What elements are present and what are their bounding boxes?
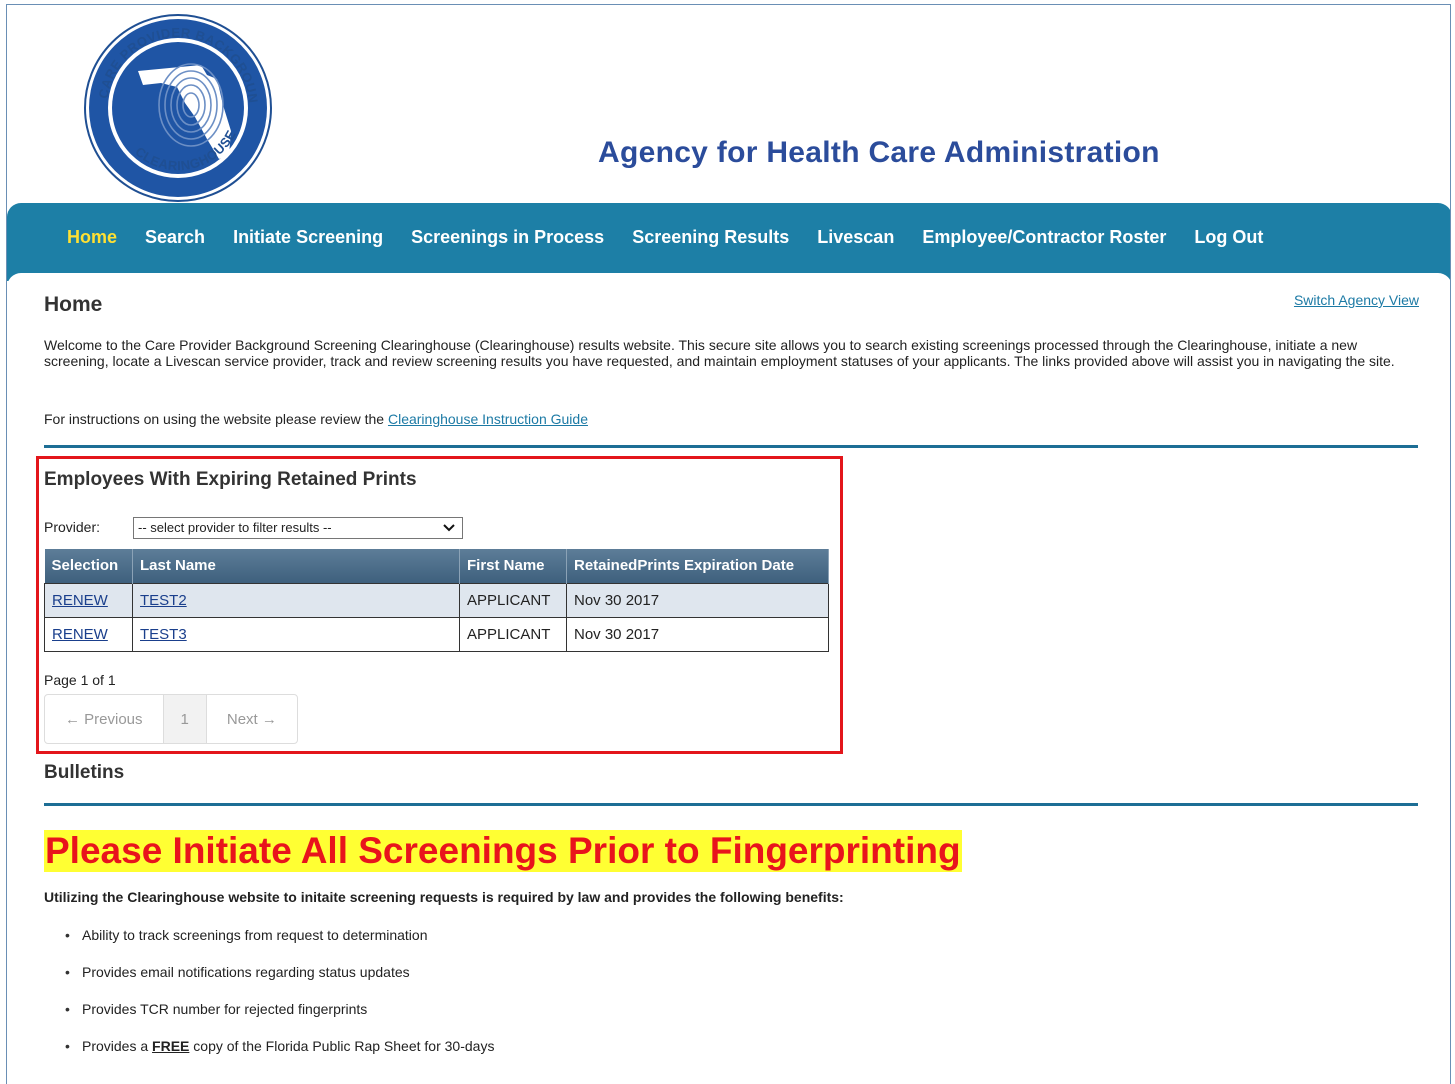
benefits-list: Ability to track screenings from request… (57, 927, 494, 1075)
agency-title: Agency for Health Care Administration (598, 136, 1160, 169)
divider (44, 445, 1418, 448)
page-title: Home (44, 293, 103, 316)
instructions-prefix: For instructions on using the website pl… (44, 411, 388, 427)
list-item: Provides email notifications regarding s… (57, 964, 494, 1001)
expiration-date-cell: Nov 30 2017 (566, 616, 829, 652)
last-name-link[interactable]: TEST2 (140, 592, 187, 609)
divider (44, 803, 1418, 806)
nav-employee-roster[interactable]: Employee/Contractor Roster (922, 227, 1166, 248)
provider-select-value: -- select provider to filter results -- (138, 520, 332, 535)
free-emphasis: FREE (152, 1038, 190, 1054)
previous-page-button[interactable]: ← Previous (45, 695, 164, 743)
last-name-link[interactable]: TEST3 (140, 626, 187, 643)
col-selection[interactable]: Selection (44, 549, 133, 583)
list-item: Ability to track screenings from request… (57, 927, 494, 964)
instruction-guide-link[interactable]: Clearinghouse Instruction Guide (388, 411, 588, 427)
benefits-intro: Utilizing the Clearinghouse website to i… (44, 889, 844, 905)
first-name-cell: APPLICANT (459, 582, 567, 618)
next-page-button[interactable]: Next → (207, 695, 297, 743)
pagination: ← Previous 1 Next → (44, 694, 298, 744)
nav-log-out[interactable]: Log Out (1194, 227, 1263, 248)
nav-initiate-screening[interactable]: Initiate Screening (233, 227, 383, 248)
welcome-text: Welcome to the Care Provider Background … (44, 337, 1395, 369)
list-item: Provides a FREE copy of the Florida Publ… (57, 1038, 494, 1075)
site-header: CARE PROVIDER BACKGROUND SCREENING CLEAR… (7, 5, 1450, 202)
selection-cell: RENEW (44, 616, 133, 652)
nav-livescan[interactable]: Livescan (817, 227, 894, 248)
main-nav: Home Search Initiate Screening Screening… (7, 203, 1450, 281)
first-name-cell: APPLICANT (459, 616, 567, 652)
renew-link[interactable]: RENEW (52, 592, 108, 609)
renew-link[interactable]: RENEW (52, 626, 108, 643)
table-row: RENEW TEST2 APPLICANT Nov 30 2017 (44, 582, 829, 618)
last-name-cell: TEST3 (132, 616, 460, 652)
nav-search[interactable]: Search (145, 227, 205, 248)
switch-agency-view-link[interactable]: Switch Agency View (1294, 292, 1419, 308)
expiring-prints-title: Employees With Expiring Retained Prints (44, 469, 417, 490)
chevron-down-icon (443, 524, 455, 532)
main-content: Home Switch Agency View Welcome to the C… (7, 273, 1450, 1084)
page-frame: CARE PROVIDER BACKGROUND SCREENING CLEAR… (6, 4, 1451, 1084)
free-item-suffix: copy of the Florida Public Rap Sheet for… (189, 1038, 495, 1054)
notice-banner: Please Initiate All Screenings Prior to … (44, 830, 962, 872)
free-item-prefix: Provides a (82, 1038, 153, 1054)
page-info: Page 1 of 1 (44, 672, 116, 688)
nav-screenings-in-process[interactable]: Screenings in Process (411, 227, 604, 248)
table-row: RENEW TEST3 APPLICANT Nov 30 2017 (44, 616, 829, 652)
instructions-line: For instructions on using the website pl… (44, 411, 588, 427)
col-expiration-date[interactable]: RetainedPrints Expiration Date (566, 549, 829, 583)
nav-screening-results[interactable]: Screening Results (632, 227, 789, 248)
page-1-button[interactable]: 1 (163, 695, 207, 743)
expiration-date-cell: Nov 30 2017 (566, 582, 829, 618)
last-name-cell: TEST2 (132, 582, 460, 618)
col-last-name[interactable]: Last Name (132, 549, 460, 583)
provider-label: Provider: (44, 519, 101, 535)
provider-select[interactable]: -- select provider to filter results -- (133, 517, 463, 539)
col-first-name[interactable]: First Name (459, 549, 567, 583)
table-header-row: Selection Last Name First Name RetainedP… (44, 549, 829, 583)
list-item: Provides TCR number for rejected fingerp… (57, 1001, 494, 1038)
bulletins-title: Bulletins (44, 762, 125, 783)
clearinghouse-seal-logo: CARE PROVIDER BACKGROUND SCREENING CLEAR… (83, 13, 272, 202)
selection-cell: RENEW (44, 582, 133, 618)
nav-home[interactable]: Home (67, 227, 117, 248)
expiring-prints-table: Selection Last Name First Name RetainedP… (44, 549, 829, 652)
